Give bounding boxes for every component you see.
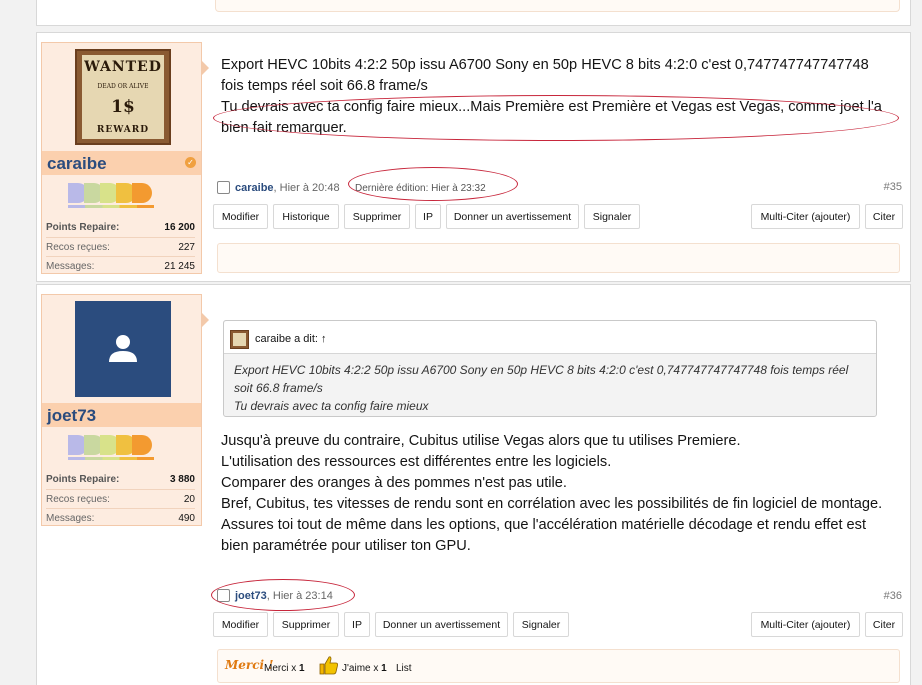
post-paragraph: Comparer des oranges à des pommes n'est … xyxy=(221,475,567,491)
post-meta: joet73, Hier à 23:14 xyxy=(217,589,333,602)
quote-avatar[interactable] xyxy=(230,330,249,349)
thumbs-up-icon xyxy=(319,656,338,675)
user-stats: Points Repaire: 3 880 Recos reçues: 20 Mes… xyxy=(46,470,195,527)
avatar-amount-text: 1$ xyxy=(111,97,135,118)
user-silhouette-icon xyxy=(109,335,137,362)
username[interactable]: caraibe xyxy=(47,154,107,174)
select-checkbox[interactable] xyxy=(217,589,230,602)
post-paragraph: Bref, Cubitus, tes vitesses de rendu son… xyxy=(221,496,883,512)
post-paragraph: Assures toi tout de même dans les option… xyxy=(221,517,867,554)
stat-points: Points Repaire: 16 200 xyxy=(46,222,195,233)
post-paragraph: Export HEVC 10bits 4:2:2 50p issu A6700 … xyxy=(221,57,869,94)
user-card: WANTED DEAD OR ALIVE 1$ REWARD caraibe ✓ xyxy=(41,42,209,275)
author-link[interactable]: joet73 xyxy=(235,590,267,602)
quote-author-link[interactable]: caraibe a dit: ↑ xyxy=(255,333,327,345)
avatar-reward-text: REWARD xyxy=(96,124,150,135)
post-time[interactable]: , Hier à 23:14 xyxy=(267,590,333,602)
post-body: Jusqu'à preuve du contraire, Cubitus uti… xyxy=(221,431,893,557)
multi-quote-button[interactable]: Multi-Citer (ajouter) xyxy=(751,204,860,229)
user-stats: Points Repaire: 16 200 Recos reçues: 227 M… xyxy=(46,218,195,275)
reactions-bar: Merci ! Merci x 1 J'aime x 1 List xyxy=(217,649,900,683)
report-button[interactable]: Signaler xyxy=(513,612,569,637)
post-35: WANTED DEAD OR ALIVE 1$ REWARD caraibe ✓ xyxy=(36,32,911,282)
stat-messages: Messages: 21 245 xyxy=(46,256,195,275)
warn-button[interactable]: Donner un avertissement xyxy=(375,612,508,637)
author-link[interactable]: caraibe xyxy=(235,182,274,194)
rank-icon xyxy=(68,435,168,460)
post-paragraph: L'utilisation des ressources est différe… xyxy=(221,454,612,470)
user-card: joet73 Points Repaire: 3 880 Recos reçues… xyxy=(41,294,209,527)
previous-post-remnant xyxy=(36,0,911,26)
history-button[interactable]: Historique xyxy=(273,204,339,229)
ip-button[interactable]: IP xyxy=(415,204,441,229)
jaime-reaction[interactable]: J'aime x 1 xyxy=(342,663,387,674)
reactions-list-link[interactable]: List xyxy=(396,663,412,674)
quote-button[interactable]: Citer xyxy=(865,612,903,637)
post-36: joet73 Points Repaire: 3 880 Recos reçues… xyxy=(36,284,911,685)
avatar[interactable] xyxy=(75,301,171,397)
post-paragraph: Tu devrais avec ta config faire mieux...… xyxy=(221,99,882,136)
verified-check-icon: ✓ xyxy=(185,157,196,168)
stat-recos: Recos reçues: 20 xyxy=(46,489,195,508)
thread-page: WANTED DEAD OR ALIVE 1$ REWARD caraibe ✓ xyxy=(0,0,922,685)
avatar-wanted-text: WANTED xyxy=(84,59,162,75)
post-paragraph: Jusqu'à preuve du contraire, Cubitus uti… xyxy=(221,433,741,449)
report-button[interactable]: Signaler xyxy=(584,204,640,229)
select-checkbox[interactable] xyxy=(217,181,230,194)
avatar[interactable]: WANTED DEAD OR ALIVE 1$ REWARD xyxy=(75,49,171,145)
quote-block: caraibe a dit: ↑ Export HEVC 10bits 4:2:… xyxy=(223,320,877,417)
avatar-dead-text: DEAD OR ALIVE xyxy=(97,82,149,90)
post-number[interactable]: #35 xyxy=(884,181,902,193)
post-body: Export HEVC 10bits 4:2:2 50p issu A6700 … xyxy=(221,55,893,139)
edit-button[interactable]: Modifier xyxy=(213,204,268,229)
username[interactable]: joet73 xyxy=(47,406,96,426)
stat-recos: Recos reçues: 227 xyxy=(46,237,195,256)
delete-button[interactable]: Supprimer xyxy=(273,612,339,637)
post-actions: Modifier Supprimer IP Donner un avertiss… xyxy=(213,612,904,637)
stat-messages: Messages: 490 xyxy=(46,508,195,527)
post-meta: caraibe, Hier à 20:48 xyxy=(217,181,340,194)
last-edited[interactable]: Dernière édition: Hier à 23:32 xyxy=(355,183,486,194)
warn-button[interactable]: Donner un avertissement xyxy=(446,204,579,229)
reactions-bar xyxy=(217,243,900,273)
merci-reaction[interactable]: Merci x 1 xyxy=(264,663,305,674)
post-actions: Modifier Historique Supprimer IP Donner … xyxy=(213,204,904,229)
multi-quote-button[interactable]: Multi-Citer (ajouter) xyxy=(751,612,860,637)
delete-button[interactable]: Supprimer xyxy=(344,204,410,229)
post-time[interactable]: , Hier à 20:48 xyxy=(274,182,340,194)
edit-button[interactable]: Modifier xyxy=(213,612,268,637)
post-number[interactable]: #36 xyxy=(884,590,902,602)
quote-button[interactable]: Citer xyxy=(865,204,903,229)
quote-text: Export HEVC 10bits 4:2:2 50p issu A6700 … xyxy=(234,363,849,413)
stat-points: Points Repaire: 3 880 xyxy=(46,474,195,485)
ip-button[interactable]: IP xyxy=(344,612,370,637)
rank-icon xyxy=(68,183,168,208)
